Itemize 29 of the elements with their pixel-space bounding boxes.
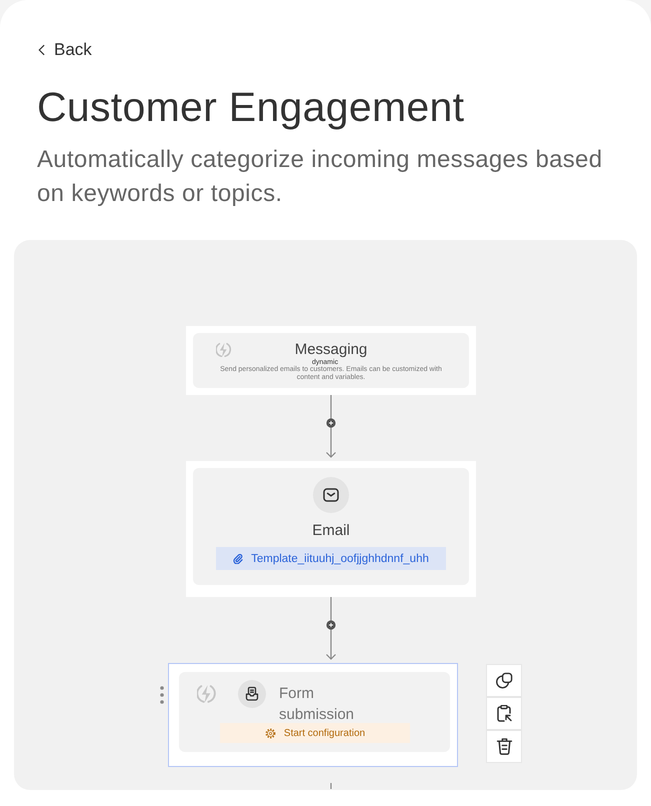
page-title: Customer Engagement — [37, 83, 466, 131]
chevron-left-icon — [38, 44, 45, 56]
trash-icon — [496, 738, 512, 755]
inbox-icon — [238, 680, 266, 708]
paperclip-icon — [233, 554, 244, 564]
node-title: Email — [312, 522, 350, 540]
add-step-icon[interactable] — [326, 418, 336, 428]
back-link[interactable]: Back — [38, 40, 92, 60]
paste-button[interactable] — [486, 697, 522, 730]
connector-arrow — [326, 597, 336, 660]
node-title: Form submission — [279, 684, 356, 725]
duplicate-button[interactable] — [486, 664, 522, 697]
connector-line — [330, 783, 332, 789]
connector-arrow — [326, 395, 336, 458]
add-step-icon[interactable] — [326, 620, 336, 630]
clipboard-cursor-icon — [496, 705, 512, 722]
start-configuration-button[interactable]: Start configuration — [220, 723, 410, 743]
envelope-icon — [313, 477, 349, 513]
delete-button[interactable] — [486, 730, 522, 763]
lightning-icon — [216, 342, 232, 358]
template-link[interactable]: Template_iituuhj_oofjjghhdnnf_uhh — [216, 547, 446, 570]
gear-icon — [264, 728, 276, 738]
drag-handle-icon[interactable] — [160, 686, 164, 704]
copy-icon — [496, 672, 512, 689]
node-frame[interactable]: Email Template_iituuhj_oofjjghhdnnf_uhh — [186, 461, 476, 597]
node-title: Messaging — [294, 341, 368, 358]
page-description: Automatically categorize incoming messages based on keywords or topics. — [37, 145, 604, 209]
lightning-icon — [197, 684, 217, 704]
node-frame[interactable]: Form submission Start configuration — [168, 663, 458, 767]
